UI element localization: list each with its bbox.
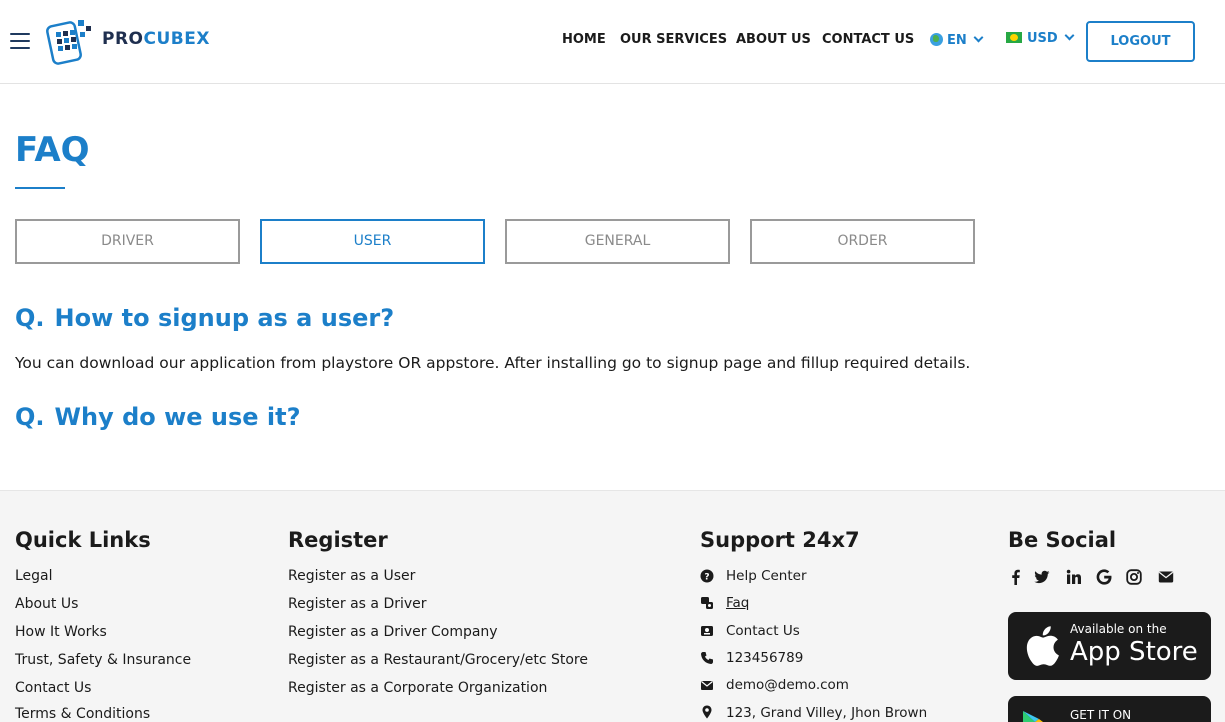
register-user-link[interactable]: Register as a User	[288, 568, 415, 584]
hamburger-menu-icon[interactable]	[10, 33, 30, 49]
language-selector[interactable]: EN	[930, 31, 984, 48]
facebook-icon[interactable]	[1008, 569, 1024, 585]
quick-links-heading: Quick Links	[15, 528, 151, 552]
nav-our-services[interactable]: OUR SERVICES	[620, 32, 727, 50]
footer-link-about-us[interactable]: About Us	[15, 596, 78, 612]
svg-text:?: ?	[704, 573, 709, 583]
help-center-link[interactable]: Help Center	[726, 568, 807, 584]
phone-icon	[701, 652, 713, 664]
site-header: PROCUBEX HOME OUR SERVICES ABOUT US CONT…	[0, 0, 1225, 84]
currency-value: USD	[1027, 31, 1058, 46]
page-title: FAQ	[15, 130, 90, 170]
app-store-big-text: App Store	[1070, 637, 1198, 667]
chevron-down-icon	[973, 32, 984, 43]
email-link[interactable]: demo@demo.com	[726, 677, 849, 693]
logout-button[interactable]: LOGOUT	[1086, 21, 1195, 62]
question-prefix: Q.	[15, 403, 45, 431]
envelope-icon[interactable]	[1158, 569, 1174, 585]
faq-answer: You can download our application from pl…	[15, 354, 971, 372]
nav-contact-us[interactable]: CONTACT US	[822, 32, 914, 50]
footer-link-terms[interactable]: Terms & Conditions	[15, 706, 150, 722]
contact-us-link[interactable]: Contact Us	[726, 623, 800, 639]
site-footer	[0, 490, 1225, 722]
faq-icon	[701, 597, 713, 609]
google-icon[interactable]	[1096, 569, 1112, 585]
nav-about-us[interactable]: ABOUT US	[736, 32, 811, 50]
register-heading: Register	[288, 528, 388, 552]
tab-general[interactable]: GENERAL	[505, 219, 730, 264]
logo-mark-icon	[46, 20, 91, 65]
footer-link-legal[interactable]: Legal	[15, 568, 53, 584]
apple-icon	[1026, 626, 1059, 666]
chevron-down-icon	[1064, 30, 1075, 41]
tab-driver[interactable]: DRIVER	[15, 219, 240, 264]
currency-selector[interactable]: USD	[1006, 30, 1075, 46]
currency-flag-icon	[1006, 32, 1022, 43]
faq-link[interactable]: Faq	[726, 595, 749, 611]
footer-link-trust-safety[interactable]: Trust, Safety & Insurance	[15, 652, 191, 668]
footer-link-contact-us[interactable]: Contact Us	[15, 680, 91, 696]
register-store-link[interactable]: Register as a Restaurant/Grocery/etc Sto…	[288, 652, 588, 668]
tab-user[interactable]: USER	[260, 219, 485, 264]
question-text: How to signup as a user?	[54, 304, 395, 332]
instagram-icon[interactable]	[1126, 569, 1142, 585]
register-corporate-link[interactable]: Register as a Corporate Organization	[288, 680, 547, 696]
footer-link-how-it-works[interactable]: How It Works	[15, 624, 107, 640]
question-circle-icon: ?	[700, 569, 714, 583]
google-play-icon	[1023, 711, 1043, 722]
envelope-icon	[701, 681, 713, 690]
title-underline	[15, 187, 65, 189]
app-store-badge[interactable]: Available on the App Store	[1008, 612, 1211, 680]
google-play-badge[interactable]: GET IT ON	[1008, 696, 1211, 722]
be-social-heading: Be Social	[1008, 528, 1117, 552]
app-store-small-text: Available on the	[1070, 622, 1167, 636]
support-heading: Support 24x7	[700, 528, 860, 552]
twitter-icon[interactable]	[1034, 569, 1050, 585]
register-driver-company-link[interactable]: Register as a Driver Company	[288, 624, 498, 640]
map-pin-icon	[702, 705, 712, 719]
question-text: Why do we use it?	[54, 403, 301, 431]
globe-icon	[930, 33, 943, 46]
address-text: 123, Grand Villey, Jhon Brown	[726, 705, 928, 721]
register-driver-link[interactable]: Register as a Driver	[288, 596, 427, 612]
linkedin-icon[interactable]	[1066, 569, 1082, 585]
logo-text-cubex: CUBEX	[143, 29, 210, 49]
logo-text: PROCUBEX	[102, 29, 210, 49]
phone-number[interactable]: 123456789	[726, 650, 803, 666]
contact-card-icon	[701, 626, 713, 636]
procubex-logo[interactable]: PROCUBEX	[44, 14, 219, 66]
language-value: EN	[947, 33, 967, 48]
question-prefix: Q.	[15, 304, 45, 332]
google-play-small-text: GET IT ON	[1070, 708, 1132, 722]
tab-order[interactable]: ORDER	[750, 219, 975, 264]
nav-home[interactable]: HOME	[562, 32, 606, 50]
faq-question[interactable]: Q. How to signup as a user?	[15, 304, 394, 332]
logo-text-pro: PRO	[102, 29, 144, 49]
faq-question[interactable]: Q. Why do we use it?	[15, 403, 301, 431]
